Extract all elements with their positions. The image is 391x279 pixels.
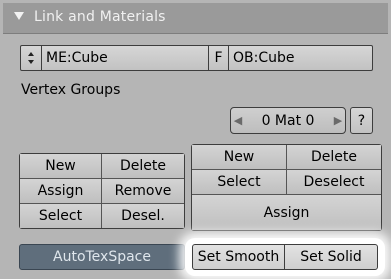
mat-select-button[interactable]: Select bbox=[192, 170, 287, 195]
vgroup-new-button[interactable]: New bbox=[20, 154, 102, 179]
vgroup-delete-button[interactable]: Delete bbox=[102, 154, 184, 179]
mesh-row: ME:Cube F OB:Cube bbox=[20, 45, 373, 71]
triangle-down-icon[interactable] bbox=[14, 12, 24, 20]
mesh-name-field[interactable]: ME:Cube bbox=[42, 46, 209, 70]
panel-title: Link and Materials bbox=[34, 9, 166, 25]
mat-delete-button[interactable]: Delete bbox=[287, 145, 381, 170]
object-name-field[interactable]: OB:Cube bbox=[229, 46, 372, 70]
vgroup-remove-button[interactable]: Remove bbox=[102, 179, 184, 204]
set-solid-button[interactable]: Set Solid bbox=[284, 244, 378, 270]
set-smooth-button[interactable]: Set Smooth bbox=[192, 244, 285, 270]
chevron-left-icon[interactable]: ◀ bbox=[231, 114, 245, 127]
material-index-field[interactable]: ◀ 0 Mat 0 ▶ bbox=[230, 107, 346, 134]
mat-assign-button[interactable]: Assign bbox=[192, 195, 381, 230]
material-buttons: New Delete Select Deselect Assign bbox=[191, 144, 382, 231]
fake-user-button[interactable]: F bbox=[209, 46, 229, 70]
help-button[interactable]: ? bbox=[350, 107, 373, 134]
vertex-groups-label: Vertex Groups bbox=[21, 82, 121, 98]
vertex-group-buttons: New Delete Assign Remove Select Desel. bbox=[19, 153, 185, 229]
chevron-right-icon[interactable]: ▶ bbox=[331, 114, 345, 127]
material-counter: 0 Mat 0 bbox=[261, 112, 315, 129]
vgroup-assign-button[interactable]: Assign bbox=[20, 179, 102, 204]
vgroup-select-button[interactable]: Select bbox=[20, 204, 102, 228]
link-materials-panel: Link and Materials ME:Cube F OB:Cube Ver… bbox=[0, 0, 391, 279]
mat-deselect-button[interactable]: Deselect bbox=[287, 170, 381, 195]
vgroup-deselect-button[interactable]: Desel. bbox=[102, 204, 184, 228]
autotexspace-toggle[interactable]: AutoTexSpace bbox=[19, 244, 185, 270]
panel-header[interactable]: Link and Materials bbox=[3, 3, 388, 34]
up-down-arrows-icon[interactable] bbox=[21, 46, 42, 70]
mat-new-button[interactable]: New bbox=[192, 145, 287, 170]
